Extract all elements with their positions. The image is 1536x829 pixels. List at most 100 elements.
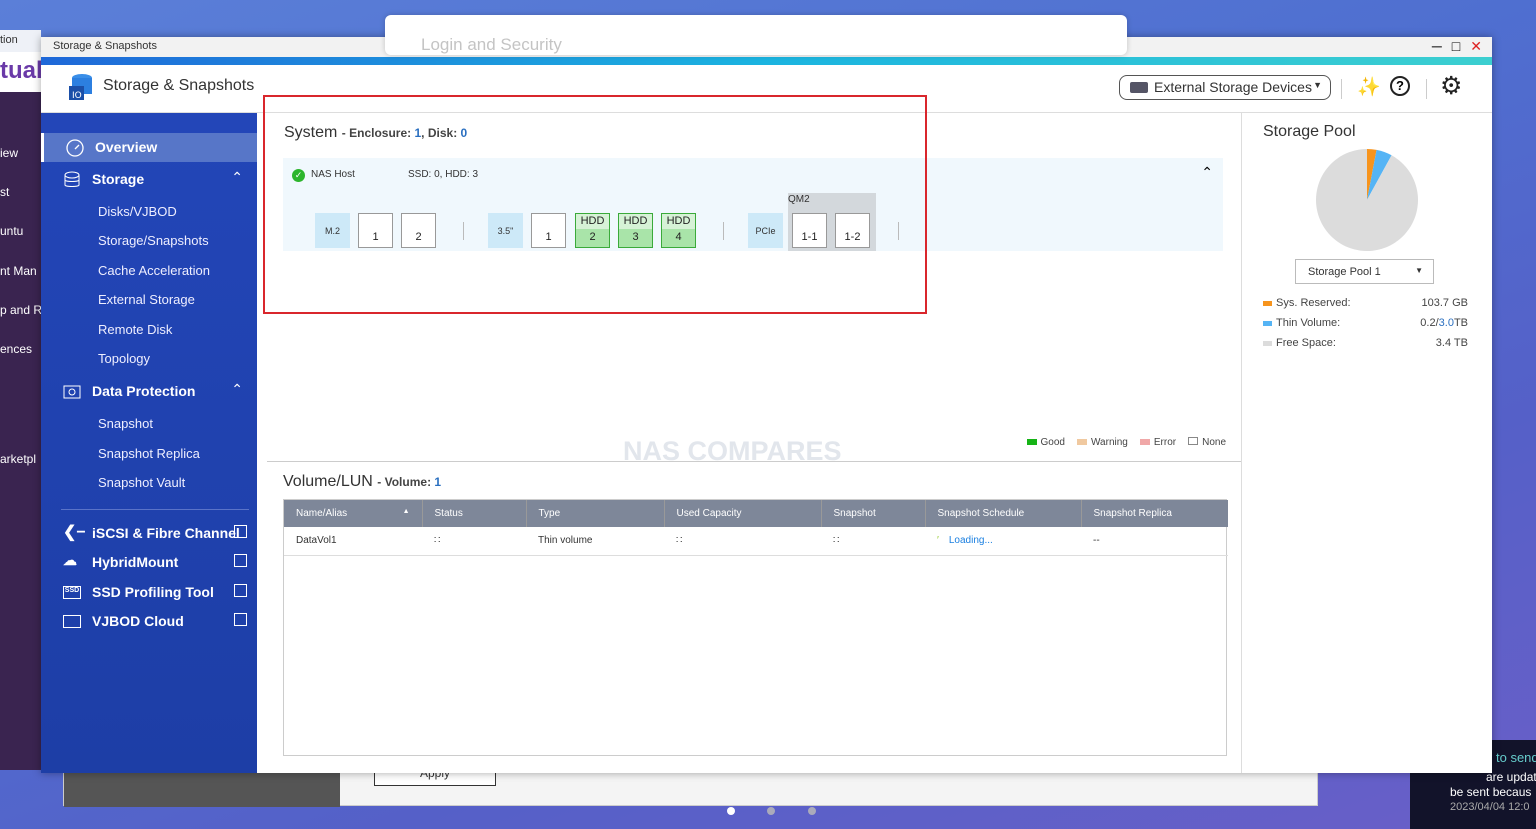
help-icon[interactable]: ?: [1390, 76, 1410, 96]
col-type[interactable]: Type: [526, 500, 665, 527]
chevron-up-icon[interactable]: ⌃: [1201, 164, 1213, 181]
cell-type: Thin volume: [526, 527, 664, 556]
external-devices-label: External Storage Devices: [1154, 79, 1312, 95]
storage-app-logo: IO: [69, 74, 92, 101]
notif-text: be sent becaus: [1450, 785, 1532, 799]
bg-item[interactable]: p and R: [0, 303, 41, 317]
gauge-icon: [66, 139, 84, 157]
volume-heading: Volume/LUN - Volume: 1: [283, 473, 442, 490]
database-icon: [64, 171, 80, 187]
cell-schedule: ′ Loading...: [925, 527, 1081, 556]
sidebar-item-topology[interactable]: Topology: [41, 345, 257, 374]
bg-item[interactable]: untu: [0, 224, 23, 238]
bg-item[interactable]: arketpl: [0, 452, 36, 466]
col-status[interactable]: Status: [422, 500, 527, 527]
storage-pool-panel: Storage Pool Storage Pool 1 ▼ Sys. Reserv…: [1241, 113, 1492, 773]
sidebar-link-vjbod-cloud[interactable]: VJBOD Cloud: [41, 607, 257, 636]
watermark: NAS COMPARES: [623, 436, 842, 466]
sidebar-link-iscsi[interactable]: ❮− iSCSI & Fibre Channel: [41, 519, 257, 548]
storage-pool-pie: [1316, 149, 1418, 251]
background-window: tion tual iew st untu nt Man p and R enc…: [0, 30, 41, 770]
sidebar-label: VJBOD Cloud: [92, 613, 184, 629]
chevron-up-icon[interactable]: ⌃: [231, 381, 243, 398]
minimize-icon[interactable]: ─: [1432, 38, 1442, 55]
legend-free-space: Free Space: 3.4 TB: [1263, 337, 1468, 349]
sidebar-item-external-storage[interactable]: External Storage: [41, 286, 257, 315]
sidebar-item-storage-snapshots[interactable]: Storage/Snapshots: [41, 227, 257, 256]
sidebar-label: Data Protection: [92, 383, 196, 399]
col-snapshot[interactable]: Snapshot: [821, 500, 926, 527]
sidebar-item-remote-disk[interactable]: Remote Disk: [41, 316, 257, 345]
bg-item[interactable]: ences: [0, 342, 32, 356]
sidebar-label: Overview: [95, 139, 158, 155]
sidebar-label: Storage: [92, 171, 145, 187]
sidebar: Overview Storage ⌃ Disks/VJBOD Storage/Sn…: [41, 113, 257, 773]
external-link-icon[interactable]: [234, 525, 247, 538]
loading-icon: ∷: [422, 527, 526, 556]
page-dot[interactable]: [727, 807, 735, 815]
ssd-icon: SSD: [63, 586, 81, 599]
gear-icon[interactable]: ⚙: [1440, 71, 1462, 101]
sidebar-item-cache-acceleration[interactable]: Cache Acceleration: [41, 257, 257, 286]
bg-window-brand: tual: [0, 52, 41, 92]
bg-item[interactable]: nt Man: [0, 264, 37, 278]
chevron-down-icon: ▼: [1415, 266, 1423, 275]
login-security-dialog: Login and Security: [385, 15, 1127, 55]
bg-window-title: tion: [0, 30, 41, 52]
behind-dialog: [63, 770, 1318, 807]
cell-name: DataVol1: [284, 527, 422, 556]
accent-bar: [41, 57, 1492, 65]
camera-icon: [63, 385, 81, 399]
storage-pool-select[interactable]: Storage Pool 1 ▼: [1295, 259, 1434, 284]
sidebar-item-overview[interactable]: Overview: [41, 133, 257, 162]
chevron-down-icon: ▼: [1313, 80, 1322, 90]
external-storage-devices-dropdown[interactable]: External Storage Devices ▼: [1119, 75, 1331, 100]
external-link-icon[interactable]: [234, 613, 247, 626]
chevron-up-icon[interactable]: ⌃: [231, 169, 243, 186]
legend-sys-reserved: Sys. Reserved: 103.7 GB: [1263, 297, 1468, 309]
sidebar-item-storage[interactable]: Storage ⌃: [41, 165, 257, 194]
external-link-icon[interactable]: [234, 584, 247, 597]
highlight-box: [263, 95, 927, 314]
cloud-icon: ☁: [63, 552, 77, 568]
sidebar-item-snapshot-replica[interactable]: Snapshot Replica: [41, 440, 257, 469]
sidebar-label: SSD Profiling Tool: [92, 584, 214, 600]
pie-slice-free: [1316, 149, 1418, 251]
app-title: Storage & Snapshots: [103, 77, 255, 94]
volume-table: Name/Alias ▲ Status Type Used Capacity Sn…: [283, 499, 1228, 756]
vjbod-cloud-icon: [63, 615, 81, 628]
col-snapshot-replica[interactable]: Snapshot Replica: [1081, 500, 1228, 527]
close-icon[interactable]: ✕: [1470, 38, 1482, 55]
sidebar-item-data-protection[interactable]: Data Protection ⌃: [41, 377, 257, 406]
storage-pool-heading: Storage Pool: [1263, 123, 1356, 140]
svg-text:IO: IO: [72, 91, 82, 101]
spinner-icon: ′: [937, 535, 939, 547]
sidebar-item-snapshot-vault[interactable]: Snapshot Vault: [41, 469, 257, 498]
page-dot[interactable]: [808, 807, 816, 815]
page-dot[interactable]: [767, 807, 775, 815]
col-used-capacity[interactable]: Used Capacity: [664, 500, 822, 527]
cell-replica: --: [1081, 527, 1228, 556]
col-name[interactable]: Name/Alias ▲: [284, 500, 423, 527]
external-link-icon[interactable]: [234, 554, 247, 567]
sidebar-link-ssd-profiling[interactable]: SSD SSD Profiling Tool: [41, 578, 257, 607]
legend-thin-volume: Thin Volume: 0.2/3.0TB: [1263, 317, 1468, 329]
sidebar-item-snapshot[interactable]: Snapshot: [41, 410, 257, 439]
disk-legend: Good Warning Error None: [1026, 437, 1226, 448]
col-snapshot-schedule[interactable]: Snapshot Schedule: [925, 500, 1082, 527]
sidebar-item-disks-vjbod[interactable]: Disks/VJBOD: [41, 198, 257, 227]
bg-item[interactable]: st: [0, 185, 9, 199]
sidebar-label: iSCSI & Fibre Channel: [92, 525, 240, 541]
bg-item[interactable]: iew: [0, 146, 18, 160]
external-drive-icon: [1130, 82, 1148, 93]
maximize-icon[interactable]: □: [1452, 38, 1460, 55]
login-dialog-title: Login and Security: [421, 35, 562, 54]
notif-time: 2023/04/04 12:0: [1450, 801, 1530, 813]
magic-wand-icon[interactable]: ✨: [1357, 75, 1381, 99]
iscsi-icon: ❮−: [63, 524, 86, 541]
loading-icon: ∷: [821, 527, 925, 556]
sidebar-label: HybridMount: [92, 554, 179, 570]
table-row[interactable]: DataVol1 ∷ Thin volume ∷ ∷ ′ Loading... -…: [284, 527, 1228, 556]
sidebar-link-hybridmount[interactable]: ☁ HybridMount: [41, 548, 257, 577]
loading-icon: ∷: [664, 527, 821, 556]
